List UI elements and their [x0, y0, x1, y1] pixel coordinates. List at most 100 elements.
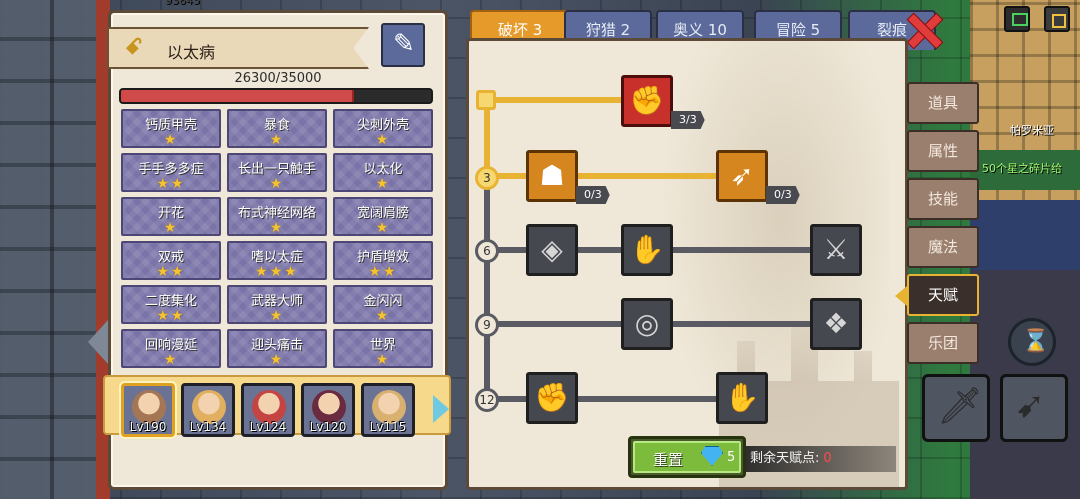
party-member-slot[interactable]: Lv115 — [361, 383, 415, 437]
tree-spine — [484, 180, 490, 400]
skill-crushing-fist[interactable]: ✋ — [621, 224, 673, 276]
trait-label: 金闪闪 — [363, 294, 403, 309]
side-menu-item-0[interactable]: 道具 — [907, 82, 979, 124]
trait-stars: ★★ — [156, 264, 186, 280]
muscle-body-icon: ☗ — [539, 159, 565, 192]
trait-label: 宽阔肩膀 — [356, 206, 409, 221]
trait-cell[interactable]: 武器大师 ★ — [227, 285, 327, 324]
trait-label: 迎头痛击 — [250, 338, 303, 353]
shock-ring-icon: ◎ — [634, 307, 660, 340]
hp-bar — [119, 88, 433, 104]
trait-stars: ★ — [375, 176, 391, 192]
exit-icon[interactable] — [1044, 6, 1070, 32]
trait-cell[interactable]: 布式神经网络 ★ — [227, 197, 327, 236]
side-menu-item-1[interactable]: 属性 — [907, 130, 979, 172]
skill-slash-strike[interactable]: ⚔ — [810, 224, 862, 276]
trait-label: 布式神经网络 — [237, 206, 316, 221]
hero-level: Lv124 — [249, 420, 287, 434]
arm-wrestle-icon: ✊ — [629, 84, 665, 117]
trait-label: 世界 — [369, 338, 396, 353]
trait-cell[interactable]: 以太化 ★ — [333, 153, 433, 192]
trait-label: 护盾增效 — [356, 250, 409, 265]
side-menu-item-5[interactable]: 乐团 — [907, 322, 979, 364]
skill-arm-wrestle[interactable]: ✊ — [621, 75, 673, 127]
trait-cell[interactable]: 暴食 ★ — [227, 109, 327, 148]
character-panel: ꗃ 以太病 26300/35000 钙质甲壳★暴食★尖刺外壳★手手多多症★★长出… — [103, 10, 451, 490]
party-member-slot[interactable]: Lv134 — [181, 383, 235, 437]
trait-cell[interactable]: 二度集化 ★★ — [121, 285, 221, 324]
party-next-arrow[interactable] — [433, 395, 449, 423]
ribbon-icon: ꗃ — [125, 35, 143, 60]
bow-slot[interactable]: ➹ — [1000, 374, 1068, 442]
trait-stars: ★ — [269, 132, 285, 148]
trait-label: 嗜以太症 — [250, 250, 303, 265]
sword-slot[interactable]: 🗡 — [922, 374, 990, 442]
trait-stars: ★★★ — [255, 264, 299, 280]
power-fist-icon: ✊ — [534, 381, 570, 414]
map-location-label: 帕罗米亚 — [1010, 124, 1054, 137]
trait-cell[interactable]: 宽阔肩膀 ★ — [333, 197, 433, 236]
trait-label: 二度集化 — [144, 294, 197, 309]
row-1-line — [486, 97, 626, 103]
demon-wings-icon: ❖ — [823, 307, 849, 340]
tree-start-node — [476, 90, 496, 110]
party-member-slot[interactable]: Lv120 — [301, 383, 355, 437]
trait-stars: ★ — [375, 220, 391, 236]
party-member-slot[interactable]: Lv190 — [121, 383, 175, 437]
trait-stars: ★★ — [156, 308, 186, 324]
hourglass-button[interactable] — [1008, 318, 1056, 366]
skill-power-fist[interactable]: ✊ — [526, 372, 578, 424]
bow-icon: ➹ — [1015, 385, 1046, 426]
trait-cell[interactable]: 迎头痛击 ★ — [227, 329, 327, 368]
crushing-fist-icon: ✋ — [629, 233, 665, 266]
network-icon[interactable] — [1004, 6, 1030, 32]
skill-piercing-arrow[interactable]: ➶ — [716, 150, 768, 202]
skill-muscle-body[interactable]: ☗ — [526, 150, 578, 202]
skill-rank-count: 0/3 — [576, 186, 610, 204]
side-menu-item-4[interactable]: 天赋 — [895, 274, 979, 316]
hero-level: Lv120 — [309, 420, 347, 434]
hero-level: Lv134 — [189, 420, 227, 434]
skill-rank-count: 0/3 — [766, 186, 800, 204]
close-icon[interactable] — [906, 12, 942, 48]
tier-level-node: 9 — [475, 313, 499, 337]
trait-cell[interactable]: 尖刺外壳 ★ — [333, 109, 433, 148]
trait-cell[interactable]: 双戒 ★★ — [121, 241, 221, 280]
hero-level: Lv115 — [369, 420, 407, 434]
scroll-left-arrow[interactable] — [88, 320, 108, 364]
trait-cell[interactable]: 世界 ★ — [333, 329, 433, 368]
trait-cell[interactable]: 长出一只触手 ★ — [227, 153, 327, 192]
syringe-button[interactable] — [381, 23, 425, 67]
trait-stars: ★ — [269, 176, 285, 192]
hero-portrait — [312, 390, 346, 424]
trait-cell[interactable]: 钙质甲壳 ★ — [121, 109, 221, 148]
trait-label: 武器大师 — [250, 294, 303, 309]
side-menu-item-3[interactable]: 魔法 — [907, 226, 979, 268]
side-menu-item-2[interactable]: 技能 — [907, 178, 979, 220]
trait-stars: ★ — [269, 220, 285, 236]
hero-portrait — [252, 390, 286, 424]
trait-cell[interactable]: 手手多多症 ★★ — [121, 153, 221, 192]
trait-stars: ★ — [269, 308, 285, 324]
trait-cell[interactable]: 嗜以太症 ★★★ — [227, 241, 327, 280]
trait-stars: ★ — [375, 132, 391, 148]
hero-level: Lv190 — [129, 420, 167, 434]
hero-portrait — [372, 390, 406, 424]
trait-cell[interactable]: 回响漫延 ★ — [121, 329, 221, 368]
trait-label: 暴食 — [263, 118, 290, 133]
skill-rock-break[interactable]: ◈ — [526, 224, 578, 276]
trait-cell[interactable]: 金闪闪 ★ — [333, 285, 433, 324]
reset-button[interactable]: 重置 5 — [628, 436, 746, 478]
quest-hint-label: 50个星之碎片给 — [982, 162, 1062, 175]
sword-icon: 🗡 — [937, 386, 983, 427]
party-member-slot[interactable]: Lv124 — [241, 383, 295, 437]
trait-cell[interactable]: 开花 ★ — [121, 197, 221, 236]
trait-label: 回响漫延 — [144, 338, 197, 353]
reset-label: 重置 — [653, 451, 684, 469]
skill-stone-fist[interactable]: ✋ — [716, 372, 768, 424]
trait-cell[interactable]: 护盾增效 ★★ — [333, 241, 433, 280]
trait-stars: ★ — [163, 132, 179, 148]
skill-shock-ring[interactable]: ◎ — [621, 298, 673, 350]
trait-stars: ★ — [375, 308, 391, 324]
skill-demon-wings[interactable]: ❖ — [810, 298, 862, 350]
